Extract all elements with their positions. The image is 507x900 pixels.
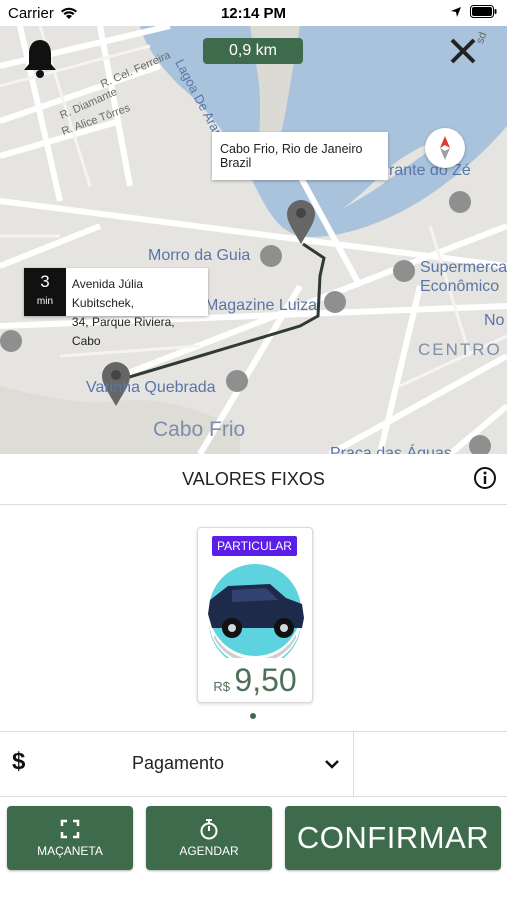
close-icon[interactable] [448,36,478,66]
map-label: CENTRO [418,340,502,359]
section-title: VALORES FIXOS [182,469,325,489]
expand-icon [60,819,80,839]
status-time: 12:14 PM [220,5,287,22]
info-icon[interactable] [473,466,497,490]
battery-icon [470,5,497,18]
origin-popup[interactable]: 3 min Avenida Júlia Kubitschek, 34, Parq… [24,268,208,348]
agendar-label: AGENDAR [179,844,239,858]
page-indicator-dot [250,713,256,719]
map-background [0,26,507,454]
macaneta-label: MAÇANETA [37,844,103,858]
price-currency: R$ [213,679,230,694]
vehicle-card-particular[interactable]: PARTICULAR R$ 9,50 [197,527,313,703]
stopwatch-icon [200,819,218,840]
status-right [450,5,497,18]
destination-popup[interactable]: Cabo Frio, Rio de Janeiro Brazil [212,132,388,180]
map-view[interactable]: R. Cel. Ferreira R. Diamante R. Alice Tô… [0,26,507,454]
macaneta-button[interactable]: MAÇANETA [7,806,133,870]
location-arrow-icon [451,6,461,17]
vehicle-price: R$ 9,50 [198,662,312,699]
map-label: No [484,312,505,329]
map-label: Supermerca [420,259,507,276]
chevron-down-icon [325,760,339,769]
payment-selector[interactable]: $ Pagamento [0,731,507,797]
payment-label: Pagamento [131,753,225,773]
confirm-label: CONFIRMAR [296,820,490,855]
map-label: Cabo Frio [153,418,246,441]
map-label: Econômico [420,278,500,295]
vehicle-category-badge: PARTICULAR [212,536,297,556]
origin-address-line1: Avenida Júlia Kubitschek, [71,277,144,310]
fixed-values-header: VALORES FIXOS [0,454,507,505]
compass-button[interactable] [425,128,465,168]
price-value: 9,50 [234,662,297,698]
bell-icon[interactable] [20,36,60,80]
eta-unit: min [36,296,54,307]
agendar-button[interactable]: AGENDAR [146,806,272,870]
origin-address-line2: 34, Parque Riviera, Cabo [71,315,175,348]
origin-address: Avenida Júlia Kubitschek, 34, Parque Riv… [66,268,208,348]
distance-badge: 0,9 km [203,38,303,64]
divider [353,732,354,796]
map-label: Praça das Águas [330,445,452,454]
map-label: Magazine Luiza [205,297,318,314]
status-bar: Carrier 12:14 PM [0,0,507,26]
car-icon [208,564,304,658]
eta-value: 3 [40,272,50,291]
map-label: Morro da Guia [148,247,251,264]
confirm-button[interactable]: CONFIRMAR [285,806,501,870]
dollar-icon: $ [12,748,26,775]
map-label: Varinha Quebrada [86,379,216,396]
compass-icon [440,136,450,160]
eta-box: 3 min [24,268,66,316]
